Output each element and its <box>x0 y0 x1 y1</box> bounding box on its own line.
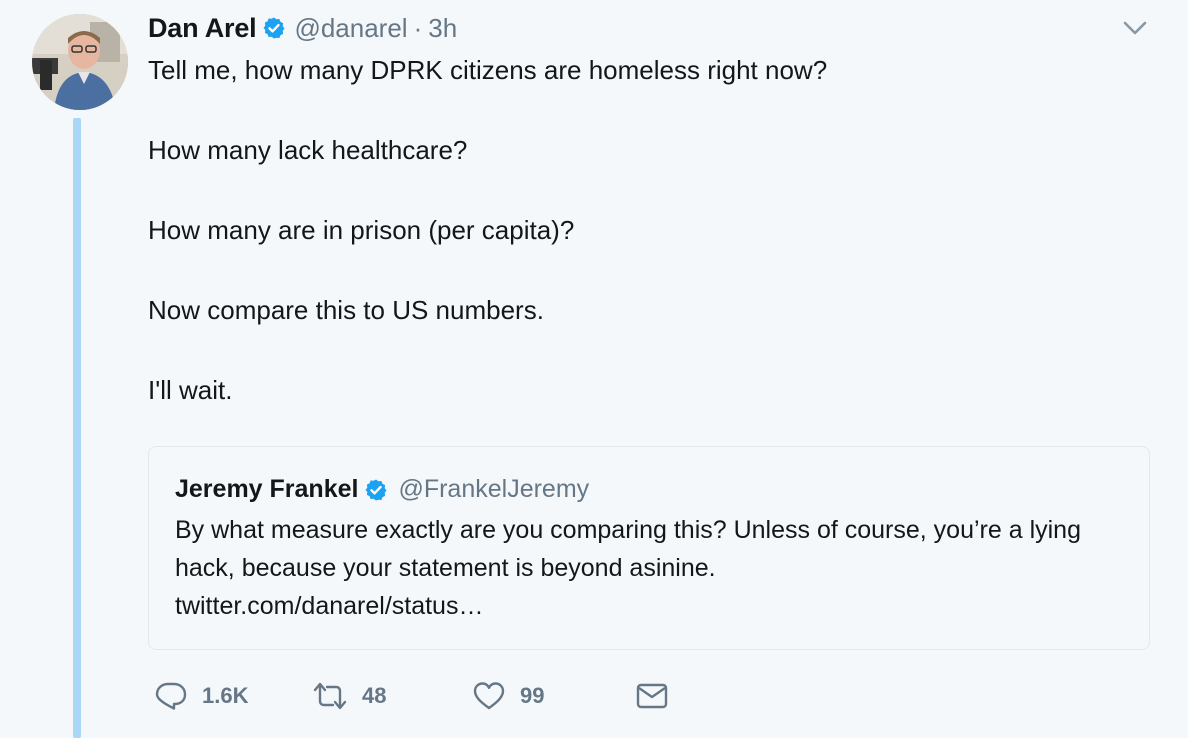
tweet-text: Tell me, how many DPRK citizens are home… <box>148 50 1108 410</box>
like-button[interactable]: 99 <box>472 676 544 716</box>
chevron-down-icon[interactable] <box>1122 18 1148 38</box>
like-count: 99 <box>520 683 545 708</box>
tweet-line: Tell me, how many DPRK citizens are home… <box>148 55 828 85</box>
author-avatar[interactable] <box>32 14 128 110</box>
author-name[interactable]: Dan Arel <box>148 13 257 44</box>
heart-icon <box>473 682 505 710</box>
verified-badge-icon <box>364 478 388 502</box>
reply-count: 1.6K <box>202 683 249 708</box>
retweet-count: 48 <box>362 683 387 708</box>
quoted-tweet-header: Jeremy Frankel @FrankelJeremy <box>175 475 589 504</box>
quoted-tweet[interactable]: Jeremy Frankel @FrankelJeremy By what me… <box>148 446 1150 650</box>
quoted-author-handle: @FrankelJeremy <box>398 475 590 503</box>
quoted-tweet-body: By what measure exactly are you comparin… <box>175 516 1081 582</box>
quoted-author-name: Jeremy Frankel <box>175 475 359 503</box>
direct-message-button[interactable] <box>636 676 668 716</box>
tweet-line: I'll wait. <box>148 375 233 405</box>
tweet-actions: 1.6K 48 99 <box>148 676 748 716</box>
envelope-icon <box>636 683 668 709</box>
quoted-tweet-link[interactable]: twitter.com/danarel/status… <box>175 587 1125 625</box>
tweet-header: Dan Arel @danarel · 3h <box>148 8 457 48</box>
tweet-line: How many lack healthcare? <box>148 135 468 165</box>
tweet[interactable]: Dan Arel @danarel · 3h Tell me, how many… <box>0 0 1188 738</box>
reply-button[interactable]: 1.6K <box>154 676 248 716</box>
reply-icon <box>155 682 187 710</box>
quoted-tweet-text: By what measure exactly are you comparin… <box>175 511 1125 625</box>
tweet-timestamp[interactable]: 3h <box>428 13 457 44</box>
thread-line <box>73 118 81 738</box>
retweet-icon <box>313 682 347 710</box>
verified-badge-icon <box>262 16 286 40</box>
tweet-line: Now compare this to US numbers. <box>148 295 544 325</box>
tweet-line: How many are in prison (per capita)? <box>148 215 575 245</box>
header-separator: · <box>413 12 423 43</box>
avatar-photo <box>32 14 128 110</box>
retweet-button[interactable]: 48 <box>312 676 386 716</box>
author-handle[interactable]: @danarel <box>294 13 407 44</box>
